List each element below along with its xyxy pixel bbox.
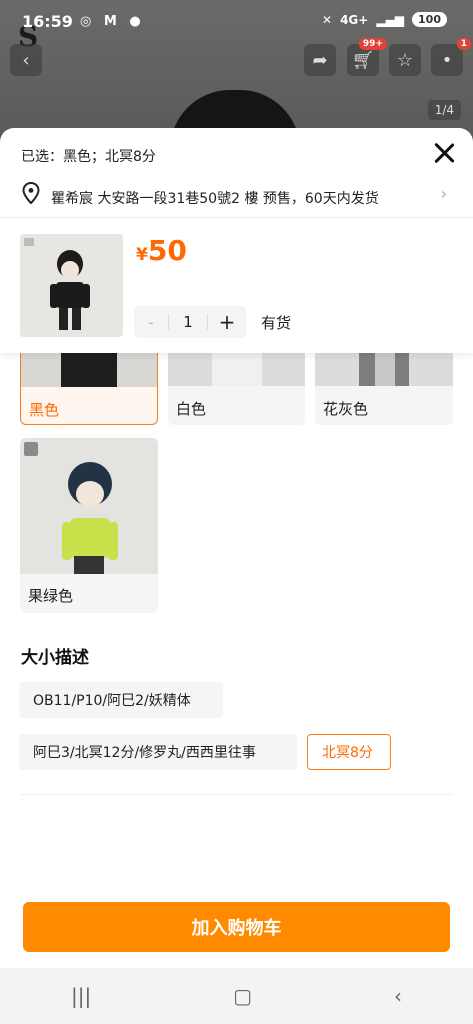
cart-icon: 🛒︎	[351, 49, 375, 71]
add-to-cart-button[interactable]: 加入购物车	[23, 902, 450, 952]
product-thumbnail	[20, 234, 123, 337]
size-section-title: 大小描述	[21, 648, 89, 668]
status-bar: 16:59 ◎ M ● ✕ 4G+ ▂▄▆ 100	[0, 0, 473, 42]
message-button[interactable]: • 1	[431, 38, 471, 76]
notification-icons: ◎ M ●	[80, 14, 145, 29]
close-icon[interactable]	[431, 140, 457, 166]
color-option-lime[interactable]: 果绿色	[20, 438, 158, 613]
image-counter: 1/4	[427, 100, 461, 120]
signal-icon: ▂▄▆	[376, 12, 405, 27]
status-time: 16:59	[22, 12, 73, 31]
option-label: 黑色	[29, 401, 60, 419]
increase-button[interactable]: +	[208, 310, 246, 334]
sku-selector-sheet: 已选：黑色；北冥8分 瞿希宸 大安路一段31巷50號2 樓 预售，60天内发货 …	[0, 128, 473, 968]
chevron-left-icon: ‹	[22, 49, 30, 71]
status-right: ✕ 4G+ ▂▄▆ 100	[322, 12, 447, 27]
favorite-button[interactable]: ☆	[389, 44, 421, 76]
option-label: 白色	[176, 400, 207, 418]
message-count-badge: 1	[456, 38, 471, 50]
divider	[20, 794, 453, 795]
price: ¥50	[136, 234, 187, 267]
price-value: 50	[147, 234, 187, 267]
system-nav-bar: ||| ▢ ‹	[0, 968, 473, 1024]
chevron-right-icon: ›	[440, 184, 447, 203]
network-label: 4G+	[340, 12, 369, 27]
option-label: 花灰色	[323, 400, 369, 418]
mute-icon: ✕	[322, 12, 333, 27]
decrease-button[interactable]: -	[134, 313, 168, 332]
price-currency: ¥	[136, 245, 148, 265]
cart-count-badge: 99+	[358, 38, 387, 50]
option-label: 果绿色	[28, 587, 74, 605]
address-text: 瞿希宸 大安路一段31巷50號2 樓 预售，60天内发货	[51, 191, 379, 207]
cart-nav-button[interactable]: 🛒︎ 99+	[347, 38, 387, 76]
quantity-stepper: - 1 +	[134, 306, 246, 338]
size-option-beiming8[interactable]: 北冥8分	[307, 734, 391, 770]
share-icon: ➦	[312, 49, 328, 71]
home-icon[interactable]: ▢	[233, 984, 252, 1008]
battery-icon: 100	[412, 12, 447, 27]
back-icon[interactable]: ‹	[394, 984, 402, 1008]
stock-status: 有货	[261, 314, 292, 332]
back-button[interactable]: ‹	[10, 44, 42, 76]
star-icon: ☆	[396, 49, 414, 71]
size-option-ashi3[interactable]: 阿巳3/北冥12分/修罗丸/西西里往事	[19, 734, 297, 770]
quantity-value[interactable]: 1	[168, 314, 208, 330]
share-button[interactable]: ➦	[304, 44, 336, 76]
size-option-ob11[interactable]: OB11/P10/阿巳2/妖精体	[19, 682, 223, 718]
product-summary: ¥50 - 1 + 有货	[0, 218, 473, 353]
selected-summary: 已选：黑色；北冥8分	[21, 149, 156, 165]
location-pin-icon	[22, 181, 40, 205]
recents-icon[interactable]: |||	[71, 984, 91, 1008]
message-icon: •	[441, 49, 453, 71]
option-image	[20, 438, 158, 574]
